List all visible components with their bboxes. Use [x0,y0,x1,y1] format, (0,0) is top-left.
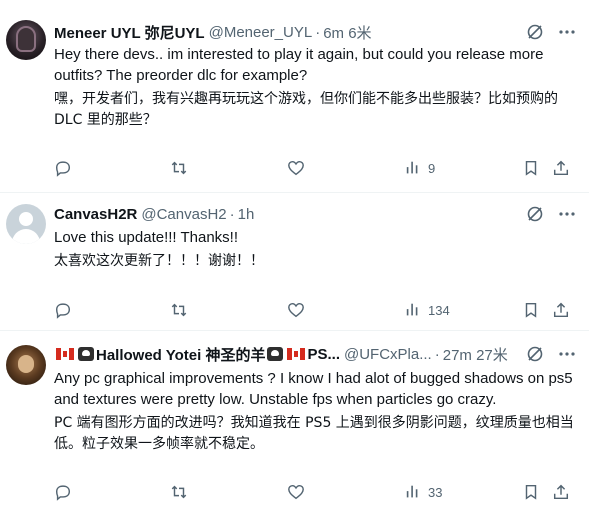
tweet[interactable]: Hallowed Yotei 神圣的羊 PS... @UFCxPla... · … [0,331,589,525]
reply-button[interactable] [54,158,72,178]
views-button[interactable]: 9 [404,158,435,178]
canada-flag-icon [287,348,306,360]
views-icon [406,485,418,498]
avatar[interactable] [6,204,46,244]
tweet-translation: PC 端有图形方面的改进吗？我知道我在 PS5 上遇到很多阴影问题，纹理质量也相… [54,415,574,452]
bookmark-button[interactable] [522,158,540,178]
retweet-button[interactable] [170,158,188,178]
avatar[interactable] [6,20,46,60]
bookmark-button[interactable] [522,300,540,320]
share-button[interactable] [552,482,570,502]
more-icon[interactable] [557,22,577,42]
grok-icon[interactable] [525,344,545,364]
user-handle[interactable]: @CanvasH2 [141,206,226,223]
heart-icon [288,302,304,318]
more-icon[interactable] [557,204,577,224]
skull-icon [78,347,94,361]
reply-button[interactable] [54,300,72,320]
views-icon [406,303,418,316]
reply-icon [55,303,71,319]
tweet[interactable]: Meneer UYL 弥尼UYL @Meneer_UYL · 6m 6米 Hey… [0,0,589,193]
retweet-button[interactable] [170,300,188,320]
separator: · [434,345,440,363]
tweet[interactable]: CanvasH2R @CanvasH2 · 1h Love this updat… [0,193,589,331]
canada-flag-icon [56,348,74,360]
grok-icon[interactable] [525,204,545,224]
tweet-header: CanvasH2R @CanvasH2 · 1h [54,204,524,224]
separator: · [315,23,321,41]
retweet-icon [171,303,187,317]
views-count: 9 [428,160,436,176]
bookmark-icon [525,484,537,500]
display-name-tail[interactable]: PS... [307,346,340,363]
user-handle[interactable]: @Meneer_UYL [209,24,313,41]
avatar[interactable] [6,345,46,385]
retweet-icon [171,161,187,175]
like-button[interactable] [287,158,305,178]
action-bar: 33 [54,482,574,502]
heart-icon [288,484,304,500]
action-bar: 134 [54,300,574,320]
views-button[interactable]: 134 [404,300,450,320]
skull-icon [267,347,284,361]
user-handle[interactable]: @UFCxPla... [344,346,432,363]
separator: · [229,205,235,223]
heart-icon [288,160,304,176]
bookmark-button[interactable] [522,482,540,502]
display-name[interactable]: Hallowed Yotei 神圣的羊 [96,344,265,365]
grok-icon[interactable] [525,22,545,42]
tweet-header: Hallowed Yotei 神圣的羊 PS... @UFCxPla... · … [54,344,524,364]
share-button[interactable] [552,300,570,320]
tweet-text: Love this update!!! Thanks!! [54,229,239,246]
share-button[interactable] [552,158,570,178]
views-count: 33 [428,484,443,500]
share-icon [553,484,569,500]
bookmark-icon [525,160,537,176]
more-icon[interactable] [557,344,577,364]
display-name[interactable]: CanvasH2R [54,206,137,223]
views-button[interactable]: 33 [404,482,442,502]
tweet-translation: 嘿，开发者们，我有兴趣再玩玩这个游戏，但你们能不能多出些服装？比如预购的 DLC… [54,91,558,128]
tweet-text: Any pc graphical improvements ? I know I… [54,370,573,408]
tweet-header: Meneer UYL 弥尼UYL @Meneer_UYL · 6m 6米 [54,22,524,42]
reply-icon [55,485,71,501]
bookmark-icon [525,302,537,318]
retweet-button[interactable] [170,482,188,502]
reply-button[interactable] [54,482,72,502]
timestamp[interactable]: 27m 27米 [443,344,508,365]
tweet-text: Hey there devs.. im interested to play i… [54,46,544,84]
timestamp[interactable]: 6m 6米 [323,22,371,43]
reply-feed: Meneer UYL 弥尼UYL @Meneer_UYL · 6m 6米 Hey… [0,0,589,525]
retweet-icon [171,485,187,499]
share-icon [553,302,569,318]
tweet-translation: 太喜欢这次更新了！！！谢谢！！ [54,253,264,269]
action-bar: 9 [54,158,574,178]
views-count: 134 [428,302,450,318]
like-button[interactable] [287,300,305,320]
like-button[interactable] [287,482,305,502]
timestamp[interactable]: 1h [238,206,255,223]
share-icon [553,160,569,176]
reply-icon [55,161,71,177]
views-icon [406,161,418,174]
display-name[interactable]: Meneer UYL 弥尼UYL [54,22,205,43]
